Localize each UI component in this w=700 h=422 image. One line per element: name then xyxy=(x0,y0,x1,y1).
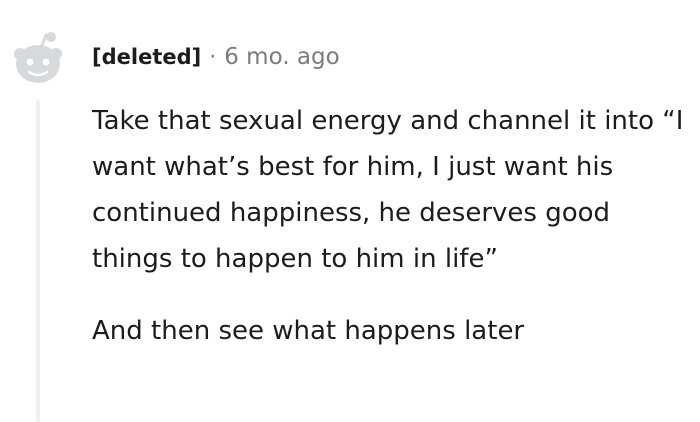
thread-collapse-line[interactable] xyxy=(36,100,40,422)
comment-author[interactable]: [deleted] xyxy=(92,45,201,69)
comment-paragraph: Take that sexual energy and channel it i… xyxy=(92,106,684,274)
comment-body: Take that sexual energy and channel it i… xyxy=(92,98,692,354)
comment: [deleted] · 6 mo. ago Take that sexual e… xyxy=(0,0,700,422)
avatar[interactable] xyxy=(8,28,68,88)
comment-paragraph: And then see what happens later xyxy=(92,316,525,346)
deleted-user-snoo-icon xyxy=(14,32,62,83)
comment-timestamp[interactable]: 6 mo. ago xyxy=(224,44,339,70)
meta-separator: · xyxy=(209,44,217,70)
comment-meta: [deleted] · 6 mo. ago xyxy=(92,39,340,75)
